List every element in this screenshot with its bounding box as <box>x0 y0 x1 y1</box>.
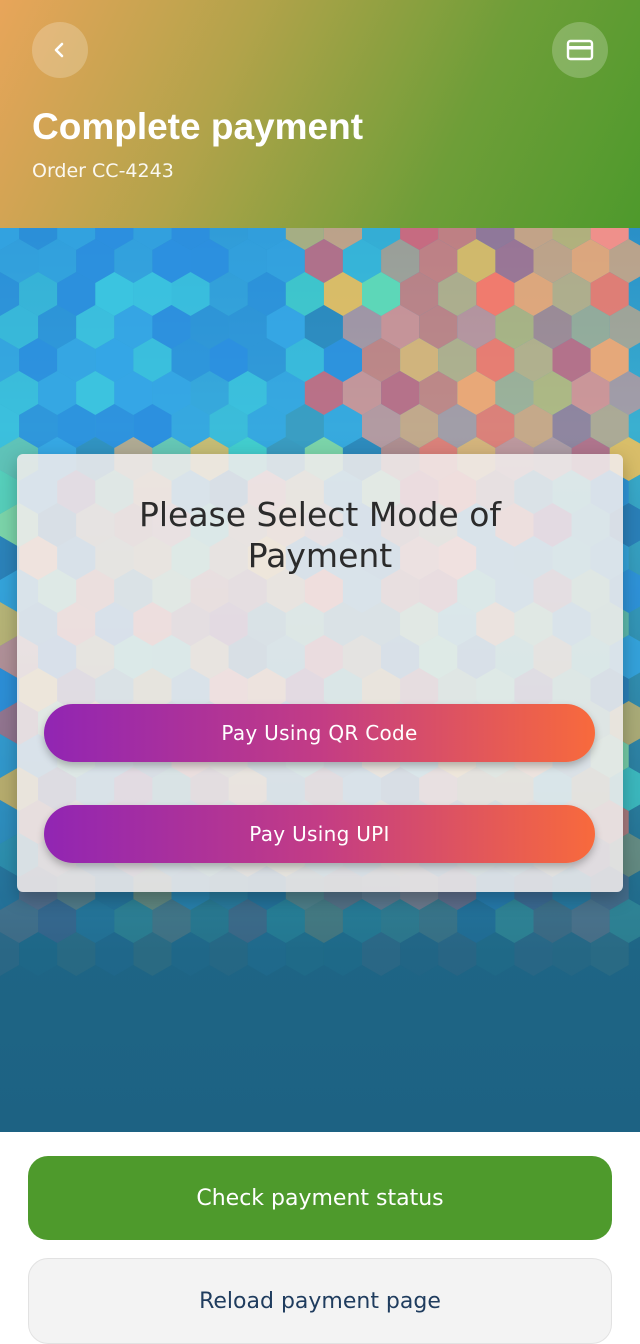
back-button[interactable] <box>32 22 88 78</box>
payment-webview: Please Select Mode of Payment Pay Using … <box>0 228 640 1132</box>
page-title: Complete payment <box>32 106 364 147</box>
pay-upi-button[interactable]: Pay Using UPI <box>44 805 595 863</box>
credit-card-icon <box>566 39 594 61</box>
check-payment-status-button[interactable]: Check payment status <box>28 1156 612 1240</box>
reload-payment-page-button[interactable]: Reload payment page <box>28 1258 612 1344</box>
pay-qr-button[interactable]: Pay Using QR Code <box>44 704 595 762</box>
chevron-left-icon <box>54 42 64 58</box>
card-button[interactable] <box>552 22 608 78</box>
order-number: Order CC-4243 <box>32 160 174 182</box>
header: Complete payment Order CC-4243 <box>0 0 640 228</box>
payment-mode-title: Please Select Mode of Payment <box>138 495 502 575</box>
payment-mode-card: Please Select Mode of Payment Pay Using … <box>17 454 623 892</box>
bottom-actions: Check payment status Reload payment page <box>0 1132 640 1344</box>
